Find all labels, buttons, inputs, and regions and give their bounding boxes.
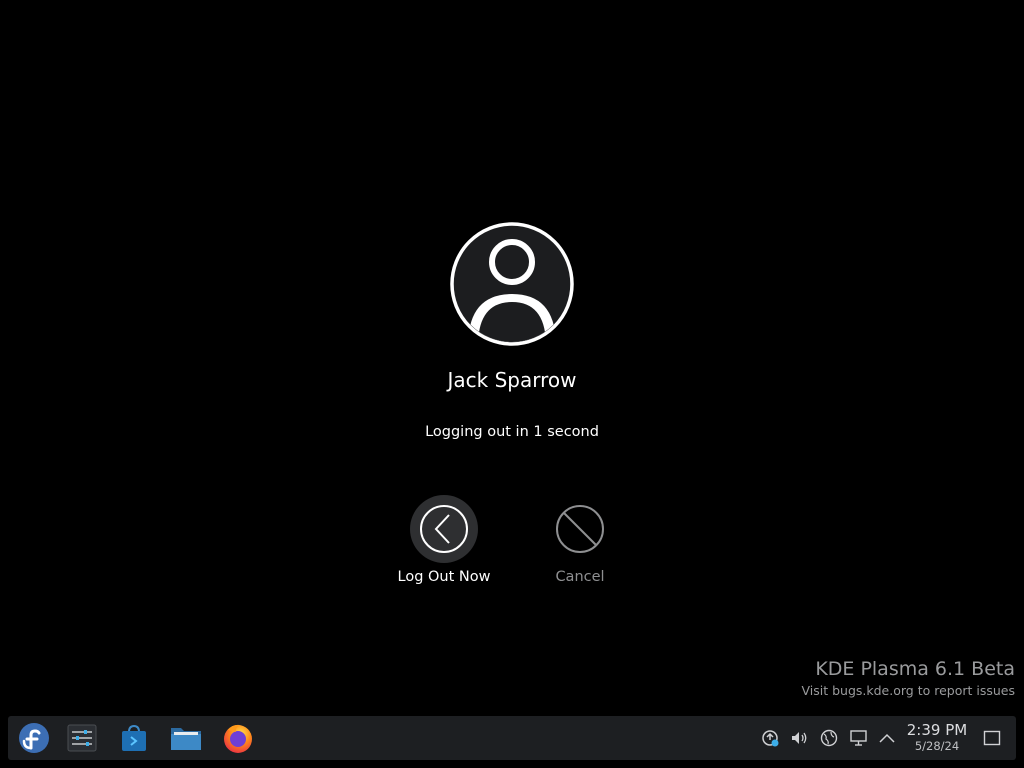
user-avatar: [450, 222, 574, 346]
tray-expand-button[interactable]: [876, 727, 898, 749]
updates-icon: [762, 730, 779, 747]
cancel-button[interactable]: Cancel: [520, 495, 640, 585]
cancel-label[interactable]: Cancel: [520, 569, 640, 585]
log-out-now-circle[interactable]: [410, 495, 478, 563]
back-arrow-icon: [420, 505, 468, 553]
logout-countdown-text: Logging out in 1 second: [425, 424, 599, 440]
display-icon: [850, 730, 867, 746]
username-label: Jack Sparrow: [447, 368, 577, 392]
discover-store-button[interactable]: [116, 720, 152, 756]
volume-icon: [792, 732, 807, 744]
log-out-now-button[interactable]: Log Out Now: [384, 495, 504, 585]
taskbar-panel: 2:39 PM 5/28/24: [8, 716, 1016, 760]
watermark-subtitle: Visit bugs.kde.org to report issues: [801, 683, 1016, 698]
show-desktop-icon: [983, 730, 1001, 746]
volume-tray-button[interactable]: [788, 727, 810, 749]
show-desktop-button[interactable]: [981, 727, 1003, 749]
cancel-icon: [556, 505, 604, 553]
tray-expand-icon: [879, 733, 895, 743]
display-tray-button[interactable]: [848, 727, 870, 749]
network-tray-button[interactable]: [818, 727, 840, 749]
system-settings-icon: [67, 724, 97, 752]
logout-screen: Jack Sparrow Logging out in 1 second Log…: [0, 0, 1024, 768]
clock-date: 5/28/24: [914, 739, 960, 753]
file-manager-icon: [171, 728, 201, 750]
application-launcher-button[interactable]: [16, 720, 52, 756]
user-avatar-icon: [450, 222, 574, 346]
file-manager-button[interactable]: [168, 720, 204, 756]
firefox-button[interactable]: [220, 720, 256, 756]
system-settings-button[interactable]: [64, 720, 100, 756]
digital-clock[interactable]: 2:39 PM 5/28/24: [900, 721, 974, 753]
updates-tray-button[interactable]: [759, 727, 781, 749]
plasma-version-watermark: KDE Plasma 6.1 Beta Visit bugs.kde.org t…: [802, 656, 1016, 700]
network-icon: [820, 729, 838, 747]
fedora-launcher-icon: [19, 723, 49, 753]
log-out-now-label[interactable]: Log Out Now: [384, 569, 504, 585]
firefox-icon: [224, 724, 252, 753]
discover-store-icon: [122, 724, 146, 751]
cancel-circle[interactable]: [546, 495, 614, 563]
watermark-title: KDE Plasma 6.1 Beta: [815, 658, 1015, 680]
clock-time: 2:39 PM: [906, 721, 968, 739]
